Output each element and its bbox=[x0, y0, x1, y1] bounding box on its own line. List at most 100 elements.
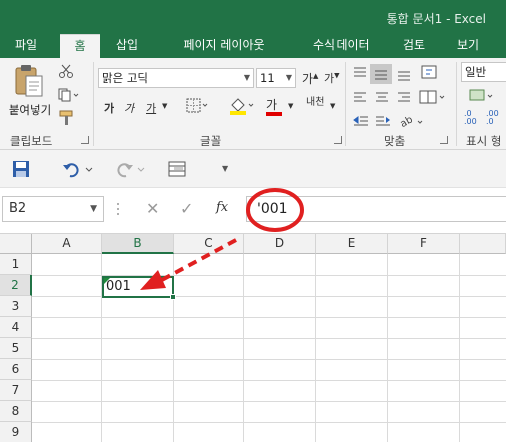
window-title: 통합 문서1 - Excel bbox=[386, 12, 486, 26]
alignment-launcher-icon[interactable] bbox=[440, 136, 448, 144]
tab-page-layout[interactable]: 페이지 레이아웃 bbox=[160, 34, 288, 58]
tab-review[interactable]: 검토 bbox=[390, 34, 438, 58]
title-bar: 통합 문서1 - Excel bbox=[0, 0, 506, 34]
formula-buttons: ✕ ✓ fx bbox=[134, 196, 244, 222]
ribbon: 붙여넣기 클립보드 맑은 고딕 ▼ 11 ▼ 가▲ 가▼ 가 가 가 ▼ 가 ▼ 내… bbox=[0, 58, 506, 150]
enter-icon[interactable]: ✓ bbox=[180, 199, 193, 218]
cancel-icon[interactable]: ✕ bbox=[146, 199, 159, 218]
font-name-value: 맑은 고딕 bbox=[102, 71, 148, 85]
column-header-d[interactable]: D bbox=[244, 234, 316, 254]
customize-qat-icon[interactable]: ▼ bbox=[222, 164, 228, 173]
gridline bbox=[32, 338, 506, 339]
column-header-e[interactable]: E bbox=[316, 234, 388, 254]
row-header-2[interactable]: 2 bbox=[0, 275, 32, 296]
gridline bbox=[32, 422, 506, 423]
increase-decimal-icon[interactable]: .0.00 bbox=[464, 110, 477, 126]
bold-button[interactable]: 가 bbox=[104, 100, 114, 116]
font-size-value: 11 bbox=[260, 71, 275, 85]
gridline bbox=[243, 254, 244, 442]
number-format-value: 일반 bbox=[465, 65, 487, 79]
row-header-6[interactable]: 6 bbox=[0, 359, 32, 380]
chevron-down-icon: ▼ bbox=[285, 73, 292, 82]
select-all-corner[interactable] bbox=[0, 234, 32, 254]
row-header-5[interactable]: 5 bbox=[0, 338, 32, 359]
column-header-c[interactable]: C bbox=[174, 234, 244, 254]
column-header-a[interactable]: A bbox=[32, 234, 102, 254]
number-group-label: 표시 형 bbox=[466, 134, 502, 148]
border-icon[interactable] bbox=[186, 98, 210, 117]
decrease-font-icon[interactable]: 가▼ bbox=[324, 70, 340, 86]
chevron-down-icon[interactable]: ▼ bbox=[162, 102, 167, 110]
tab-file[interactable]: 파일 bbox=[4, 34, 48, 58]
row-header-4[interactable]: 4 bbox=[0, 317, 32, 338]
tab-view[interactable]: 보기 bbox=[446, 34, 490, 58]
ribbon-tabs: 파일 홈 삽입 페이지 레이아웃 수식 데이터 검토 보기 bbox=[0, 34, 506, 58]
decrease-decimal-icon[interactable]: .00.0 bbox=[486, 110, 499, 126]
paste-button[interactable]: 붙여넣기 bbox=[6, 62, 52, 122]
gridline bbox=[459, 254, 460, 442]
cut-icon[interactable] bbox=[58, 64, 74, 81]
alignment-group-label: 맞춤 bbox=[384, 134, 406, 148]
column-header-g[interactable] bbox=[460, 234, 506, 254]
tab-insert[interactable]: 삽입 bbox=[106, 34, 148, 58]
row-header-8[interactable]: 8 bbox=[0, 401, 32, 422]
fill-color-icon[interactable] bbox=[228, 96, 256, 119]
font-color-swatch bbox=[266, 112, 282, 116]
formula-input[interactable]: '001 bbox=[246, 196, 506, 222]
quick-access-toolbar: ▼ bbox=[0, 150, 506, 188]
svg-text:ab: ab bbox=[399, 114, 415, 130]
column-header-f[interactable]: F bbox=[388, 234, 460, 254]
insert-function-icon[interactable]: fx bbox=[216, 200, 228, 215]
clipboard-launcher-icon[interactable] bbox=[81, 136, 89, 144]
name-box-value: B2 bbox=[9, 201, 27, 216]
font-color-glyph: 가 bbox=[266, 98, 278, 112]
font-group-label: 글꼴 bbox=[200, 134, 222, 148]
chevron-down-icon[interactable]: ▼ bbox=[288, 102, 293, 110]
chevron-down-icon: ▼ bbox=[243, 73, 250, 82]
font-name-select[interactable]: 맑은 고딕 ▼ bbox=[98, 68, 254, 88]
fill-handle[interactable] bbox=[170, 294, 176, 300]
currency-icon[interactable] bbox=[468, 88, 498, 107]
row-header-3[interactable]: 3 bbox=[0, 296, 32, 317]
error-indicator-icon bbox=[104, 278, 110, 284]
save-icon[interactable] bbox=[12, 160, 30, 181]
form-icon[interactable] bbox=[168, 160, 186, 181]
vertical-align-buttons[interactable] bbox=[350, 64, 450, 84]
worksheet-grid: A B C D E F 1 2 3 4 5 6 7 8 9 001 bbox=[0, 234, 506, 442]
font-size-select[interactable]: 11 ▼ bbox=[256, 68, 296, 88]
cell-b2[interactable]: 001 bbox=[102, 276, 174, 298]
group-divider bbox=[93, 62, 94, 146]
chevron-down-icon: ▼ bbox=[90, 204, 97, 214]
paste-icon bbox=[15, 65, 43, 97]
undo-icon[interactable] bbox=[62, 160, 98, 181]
redo-icon[interactable] bbox=[112, 160, 148, 181]
increase-font-icon[interactable]: 가▲ bbox=[302, 70, 318, 87]
row-header-9[interactable]: 9 bbox=[0, 422, 32, 442]
font-launcher-icon[interactable] bbox=[334, 136, 342, 144]
gridline bbox=[32, 317, 506, 318]
gridline bbox=[32, 359, 506, 360]
row-header-1[interactable]: 1 bbox=[0, 254, 32, 275]
font-color-button[interactable]: 가 bbox=[266, 96, 282, 116]
italic-button[interactable]: 가 bbox=[124, 100, 134, 116]
phonetic-label: 내천 bbox=[306, 97, 325, 108]
column-header-b[interactable]: B bbox=[102, 234, 174, 254]
group-divider bbox=[345, 62, 346, 146]
gridline bbox=[32, 401, 506, 402]
copy-icon[interactable] bbox=[58, 88, 80, 105]
gridline bbox=[315, 254, 316, 442]
formula-bar-grip[interactable] bbox=[116, 202, 120, 216]
gridline bbox=[387, 254, 388, 442]
format-painter-icon[interactable] bbox=[58, 110, 76, 129]
row-header-7[interactable]: 7 bbox=[0, 380, 32, 401]
indent-orientation-buttons[interactable]: ab bbox=[350, 112, 450, 132]
phonetic-button[interactable]: 내천 bbox=[306, 98, 324, 108]
underline-button[interactable]: 가 bbox=[146, 100, 156, 116]
chevron-down-icon[interactable]: ▼ bbox=[330, 102, 335, 110]
tab-home[interactable]: 홈 bbox=[60, 34, 100, 58]
tab-data[interactable]: 데이터 bbox=[328, 34, 378, 58]
paste-label: 붙여넣기 bbox=[8, 103, 52, 117]
number-format-select[interactable]: 일반 bbox=[461, 62, 506, 82]
name-box[interactable]: B2 ▼ bbox=[2, 196, 104, 222]
horizontal-align-buttons[interactable] bbox=[350, 88, 450, 108]
